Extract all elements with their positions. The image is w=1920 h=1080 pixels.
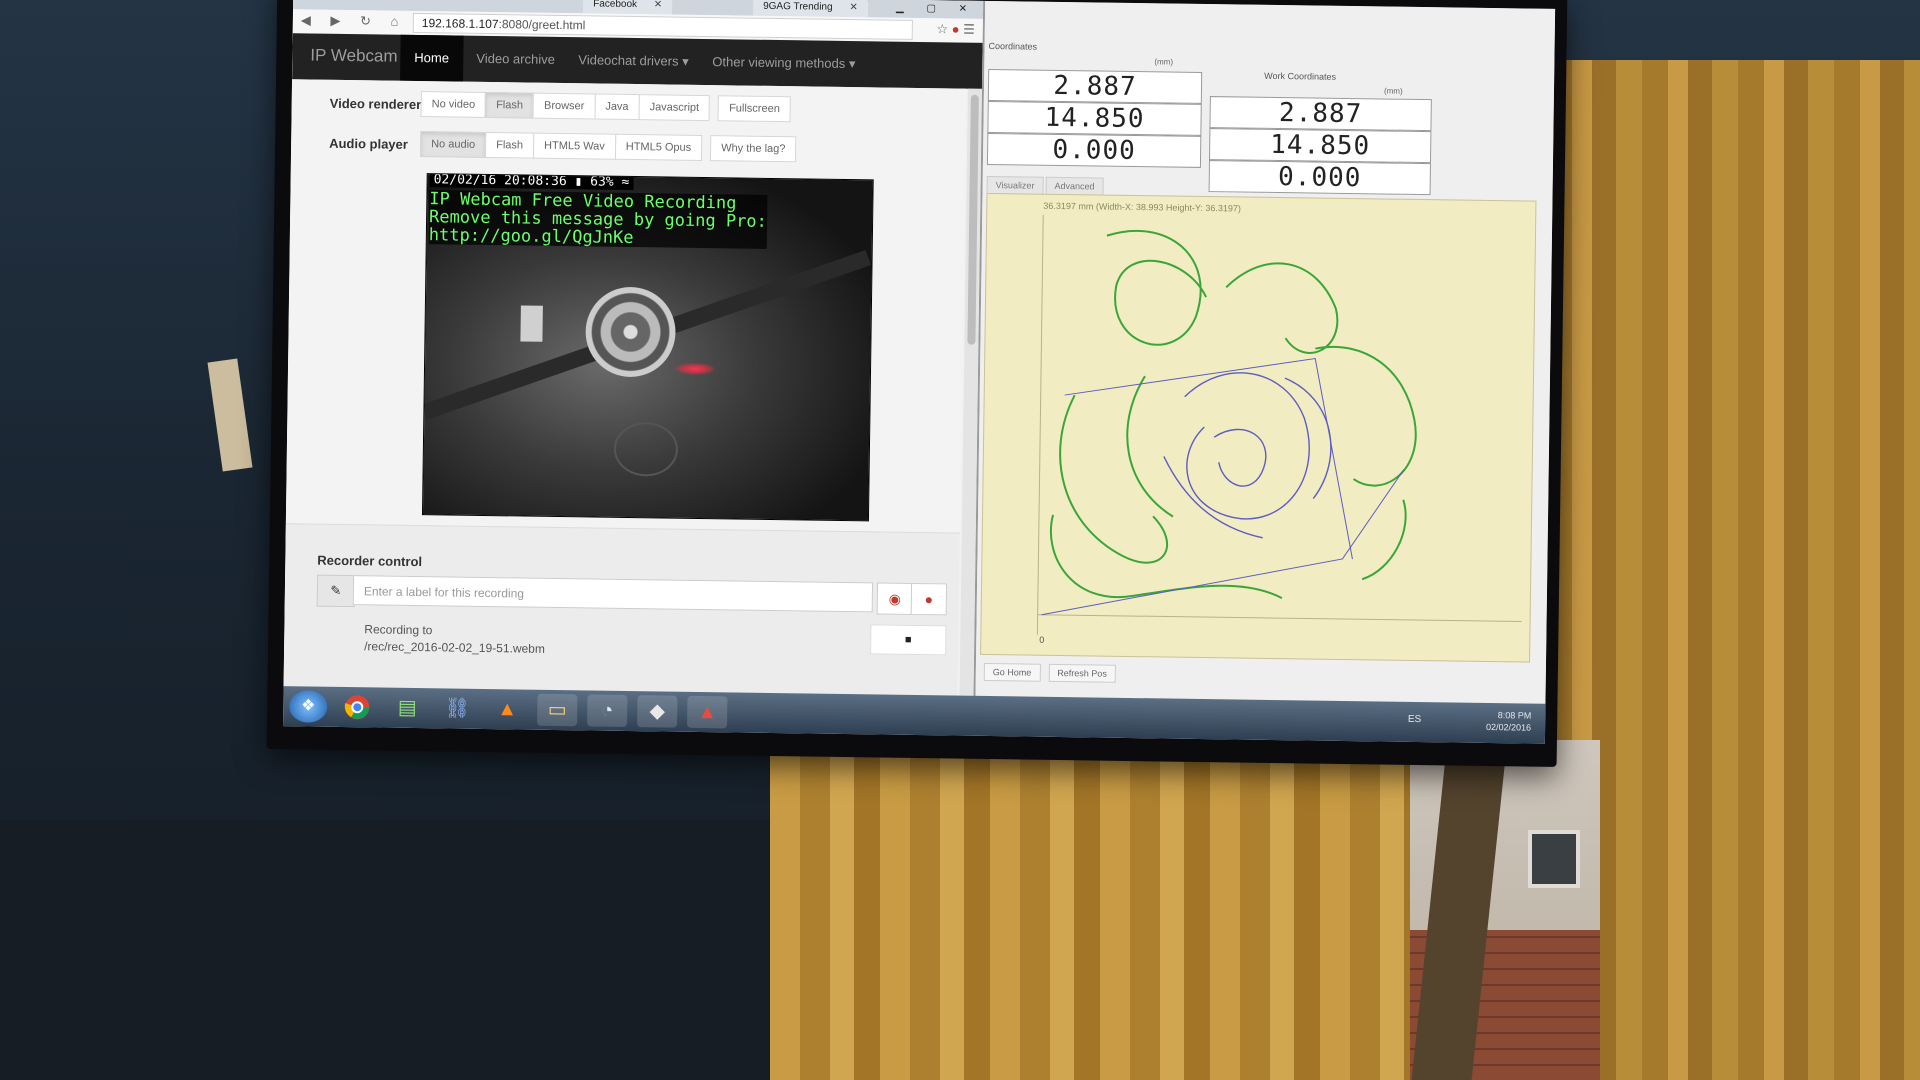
extension-icon[interactable]: ●: [952, 21, 960, 36]
nav-other-viewing-methods[interactable]: Other viewing methods ▾: [712, 54, 855, 72]
clock-time[interactable]: 8:08 PM: [1486, 709, 1532, 722]
nav-buttons[interactable]: ◀ ▶ ↻ ⌂: [301, 12, 407, 29]
tv: Facebook ✕ 9GAG Trending ✕ ▁ ▢ ✕ ◀ ▶ ↻ ⌂…: [266, 0, 1568, 767]
recorder-panel: Recorder control ✎ Enter a label for thi…: [283, 523, 960, 696]
video-post: [520, 305, 543, 342]
recording-path: /rec/rec_2016-02-02_19-51.webm: [364, 639, 545, 656]
browser-window: Facebook ✕ 9GAG Trending ✕ ▁ ▢ ✕ ◀ ▶ ↻ ⌂…: [283, 0, 986, 696]
recorder-title: Recorder control: [317, 552, 423, 570]
toolbar-icons[interactable]: ☆ ● ☰: [936, 21, 975, 38]
clock-date[interactable]: 02/02/2016: [1486, 721, 1531, 734]
site-brand[interactable]: IP Webcam: [310, 46, 398, 67]
windows-start-icon[interactable]: ❖: [289, 690, 328, 723]
floor-shadow: [0, 820, 780, 1080]
folder-icon[interactable]: ▭: [537, 693, 578, 727]
language-indicator[interactable]: ES: [1408, 714, 1421, 726]
notepad-icon[interactable]: ▤: [387, 692, 427, 725]
video-renderer-label: Video renderer: [329, 95, 422, 113]
inkscape-icon[interactable]: ◆: [637, 695, 678, 728]
app-icon[interactable]: ◔: [587, 694, 628, 727]
nav-videochat-drivers[interactable]: Videochat drivers ▾: [578, 52, 689, 70]
curtain-lower: [770, 740, 1410, 1080]
system-tray: ES 8:08 PM 02/02/2016: [1408, 709, 1532, 734]
machine-unit: (mm): [1154, 57, 1174, 67]
work-coordinates-header: Work Coordinates: [1264, 70, 1337, 82]
refresh-pos-button[interactable]: Refresh Pos: [1048, 663, 1116, 683]
audio-player-label: Audio player: [329, 135, 408, 152]
main-content: Video renderer No video Flash Browser Ja…: [283, 79, 966, 696]
video-mouse-drawing: [613, 421, 679, 477]
tab-advanced[interactable]: Advanced: [1045, 176, 1104, 196]
cnc-app-icon[interactable]: ▲: [687, 695, 728, 729]
video-option-no-video[interactable]: No video: [420, 91, 487, 118]
video-stream[interactable]: 02/02/16 20:08:36 ▮ 63% ≈ IP Webcam Free…: [421, 173, 874, 522]
why-the-lag-button[interactable]: Why the lag?: [710, 135, 797, 163]
go-home-button[interactable]: Go Home: [983, 662, 1041, 682]
tab-label: 9GAG Trending: [763, 0, 833, 13]
video-option-flash[interactable]: Flash: [484, 91, 535, 119]
machine-y-readout: 14.850: [987, 100, 1202, 136]
y-axis-line: [1036, 214, 1044, 635]
video-option-fullscreen[interactable]: Fullscreen: [717, 95, 792, 123]
video-timestamp: 02/02/16 20:08:36 ▮ 63% ≈: [429, 173, 634, 191]
machine-coordinates-header: Coordinates: [988, 40, 1038, 52]
audio-player-group: No audio Flash HTML5 Wav HTML5 Opus Why …: [419, 131, 797, 163]
tab-visualizer[interactable]: Visualizer: [986, 175, 1044, 195]
blue-toolpath: [1041, 357, 1405, 616]
window-controls[interactable]: ▁ ▢ ✕: [896, 0, 977, 19]
nav-home[interactable]: Home: [400, 34, 464, 82]
video-renderer-group: No video Flash Browser Java Javascript F…: [420, 91, 792, 123]
recording-label-input[interactable]: Enter a label for this recording: [352, 575, 874, 613]
audio-option-flash[interactable]: Flash: [485, 131, 535, 159]
work-unit: (mm): [1383, 86, 1403, 96]
video-option-java[interactable]: Java: [594, 93, 640, 121]
toolpath-drawing: [1036, 214, 1522, 635]
network-icon[interactable]: ⛓: [437, 692, 477, 725]
chrome-icon[interactable]: [337, 691, 377, 724]
machine-z-readout: 0.000: [986, 132, 1202, 168]
tab-label: Facebook: [593, 0, 638, 11]
star-icon[interactable]: ☆: [936, 21, 948, 36]
cnc-bottom-buttons: Go Home Refresh Pos: [983, 662, 1124, 683]
tag-icon: ✎: [316, 574, 356, 608]
video-option-browser[interactable]: Browser: [532, 92, 596, 120]
audio-option-html5-opus[interactable]: HTML5 Opus: [614, 133, 703, 161]
work-y-readout: 14.850: [1209, 128, 1432, 164]
url-host: 192.168.1.107: [421, 16, 499, 32]
cnc-app: Coordinates (mm) Work Coordinates (mm) 2…: [975, 0, 1556, 704]
record-button[interactable]: ●: [910, 582, 948, 616]
neighbor-window: [1528, 830, 1580, 888]
record-icon[interactable]: ◉: [876, 582, 914, 615]
origin-label: 0: [1039, 634, 1045, 645]
visualizer-canvas[interactable]: 36.3197 mm (Width-X: 38.993 Height-Y: 36…: [980, 192, 1537, 663]
work-x-readout: 2.887: [1209, 96, 1432, 132]
close-icon[interactable]: ✕: [654, 0, 663, 10]
scrollbar-thumb[interactable]: [967, 94, 979, 345]
tab-facebook[interactable]: Facebook ✕: [582, 0, 673, 15]
vlc-icon[interactable]: ▲: [487, 693, 527, 726]
tab-9gag[interactable]: 9GAG Trending ✕: [752, 0, 868, 18]
screen: Facebook ✕ 9GAG Trending ✕ ▁ ▢ ✕ ◀ ▶ ↻ ⌂…: [283, 0, 1556, 744]
x-axis-line: [1037, 614, 1522, 622]
video-fan: [584, 286, 677, 378]
video-watermark: IP Webcam Free Video Recording Remove th…: [429, 189, 768, 249]
audio-option-html5-wav[interactable]: HTML5 Wav: [532, 132, 616, 160]
work-z-readout: 0.000: [1208, 160, 1431, 196]
url-path: :8080/greet.html: [498, 17, 586, 33]
menu-icon[interactable]: ☰: [963, 22, 975, 37]
audio-option-no-audio[interactable]: No audio: [419, 131, 487, 158]
close-icon[interactable]: ✕: [849, 2, 858, 13]
machine-x-readout: 2.887: [987, 68, 1203, 104]
recording-status: Recording to /rec/rec_2016-02-02_19-51.w…: [364, 621, 545, 658]
green-toolpath: [1049, 229, 1417, 600]
nav-video-archive[interactable]: Video archive: [476, 51, 555, 67]
laser-dot: [674, 362, 716, 376]
stop-button[interactable]: ■: [870, 624, 947, 656]
video-option-javascript[interactable]: Javascript: [638, 94, 711, 122]
